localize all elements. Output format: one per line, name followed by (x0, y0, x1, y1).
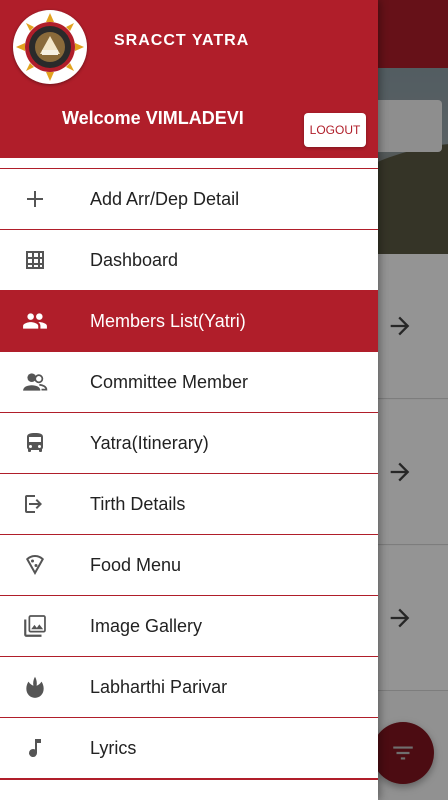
navigation-drawer: SRACCT YATRA Welcome VIMLADEVI LOGOUT Ad… (0, 0, 378, 800)
gallery-icon (22, 613, 48, 639)
menu-item-yatra-itinerary[interactable]: Yatra(Itinerary) (0, 412, 378, 473)
drawer-header: SRACCT YATRA Welcome VIMLADEVI LOGOUT (0, 0, 378, 158)
menu-item-committee-member[interactable]: Committee Member (0, 351, 378, 412)
menu-item-label: Dashboard (90, 250, 179, 270)
plus-icon (22, 186, 48, 212)
people-icon (22, 308, 48, 334)
menu-item-labharthi-parivar[interactable]: Labharthi Parivar (0, 656, 378, 717)
menu-item-label: Labharthi Parivar (90, 677, 228, 697)
menu-item-dashboard[interactable]: Dashboard (0, 229, 378, 290)
menu-item-members-list[interactable]: Members List(Yatri) (0, 290, 378, 351)
grid-icon (22, 247, 48, 273)
menu-item-label: Tirth Details (90, 494, 186, 514)
app-title: SRACCT YATRA (114, 32, 250, 49)
menu-item-label: Lyrics (90, 738, 137, 758)
group-icon (22, 369, 48, 395)
drawer-menu: Add Arr/Dep Detail Dashboard Members Lis… (0, 168, 378, 780)
menu-divider (0, 778, 378, 780)
bus-icon (22, 430, 48, 456)
menu-item-label: Food Menu (90, 555, 182, 575)
menu-item-tirth-details[interactable]: Tirth Details (0, 473, 378, 534)
menu-item-label: Yatra(Itinerary) (90, 433, 209, 453)
menu-item-lyrics[interactable]: Lyrics (0, 717, 378, 778)
menu-item-label: Add Arr/Dep Detail (90, 189, 240, 209)
lotus-icon (22, 674, 48, 700)
logout-button[interactable]: LOGOUT (304, 113, 366, 147)
pizza-icon (22, 552, 48, 578)
menu-item-food-menu[interactable]: Food Menu (0, 534, 378, 595)
menu-item-label: Members List(Yatri) (90, 311, 246, 331)
welcome-text: Welcome VIMLADEVI (62, 108, 244, 128)
music-note-icon (22, 735, 48, 761)
menu-item-label: Committee Member (90, 372, 249, 392)
menu-item-add-arr-dep-detail[interactable]: Add Arr/Dep Detail (0, 168, 378, 229)
menu-item-image-gallery[interactable]: Image Gallery (0, 595, 378, 656)
app-logo (13, 10, 87, 84)
menu-item-label: Image Gallery (90, 616, 203, 636)
login-icon (22, 491, 48, 517)
